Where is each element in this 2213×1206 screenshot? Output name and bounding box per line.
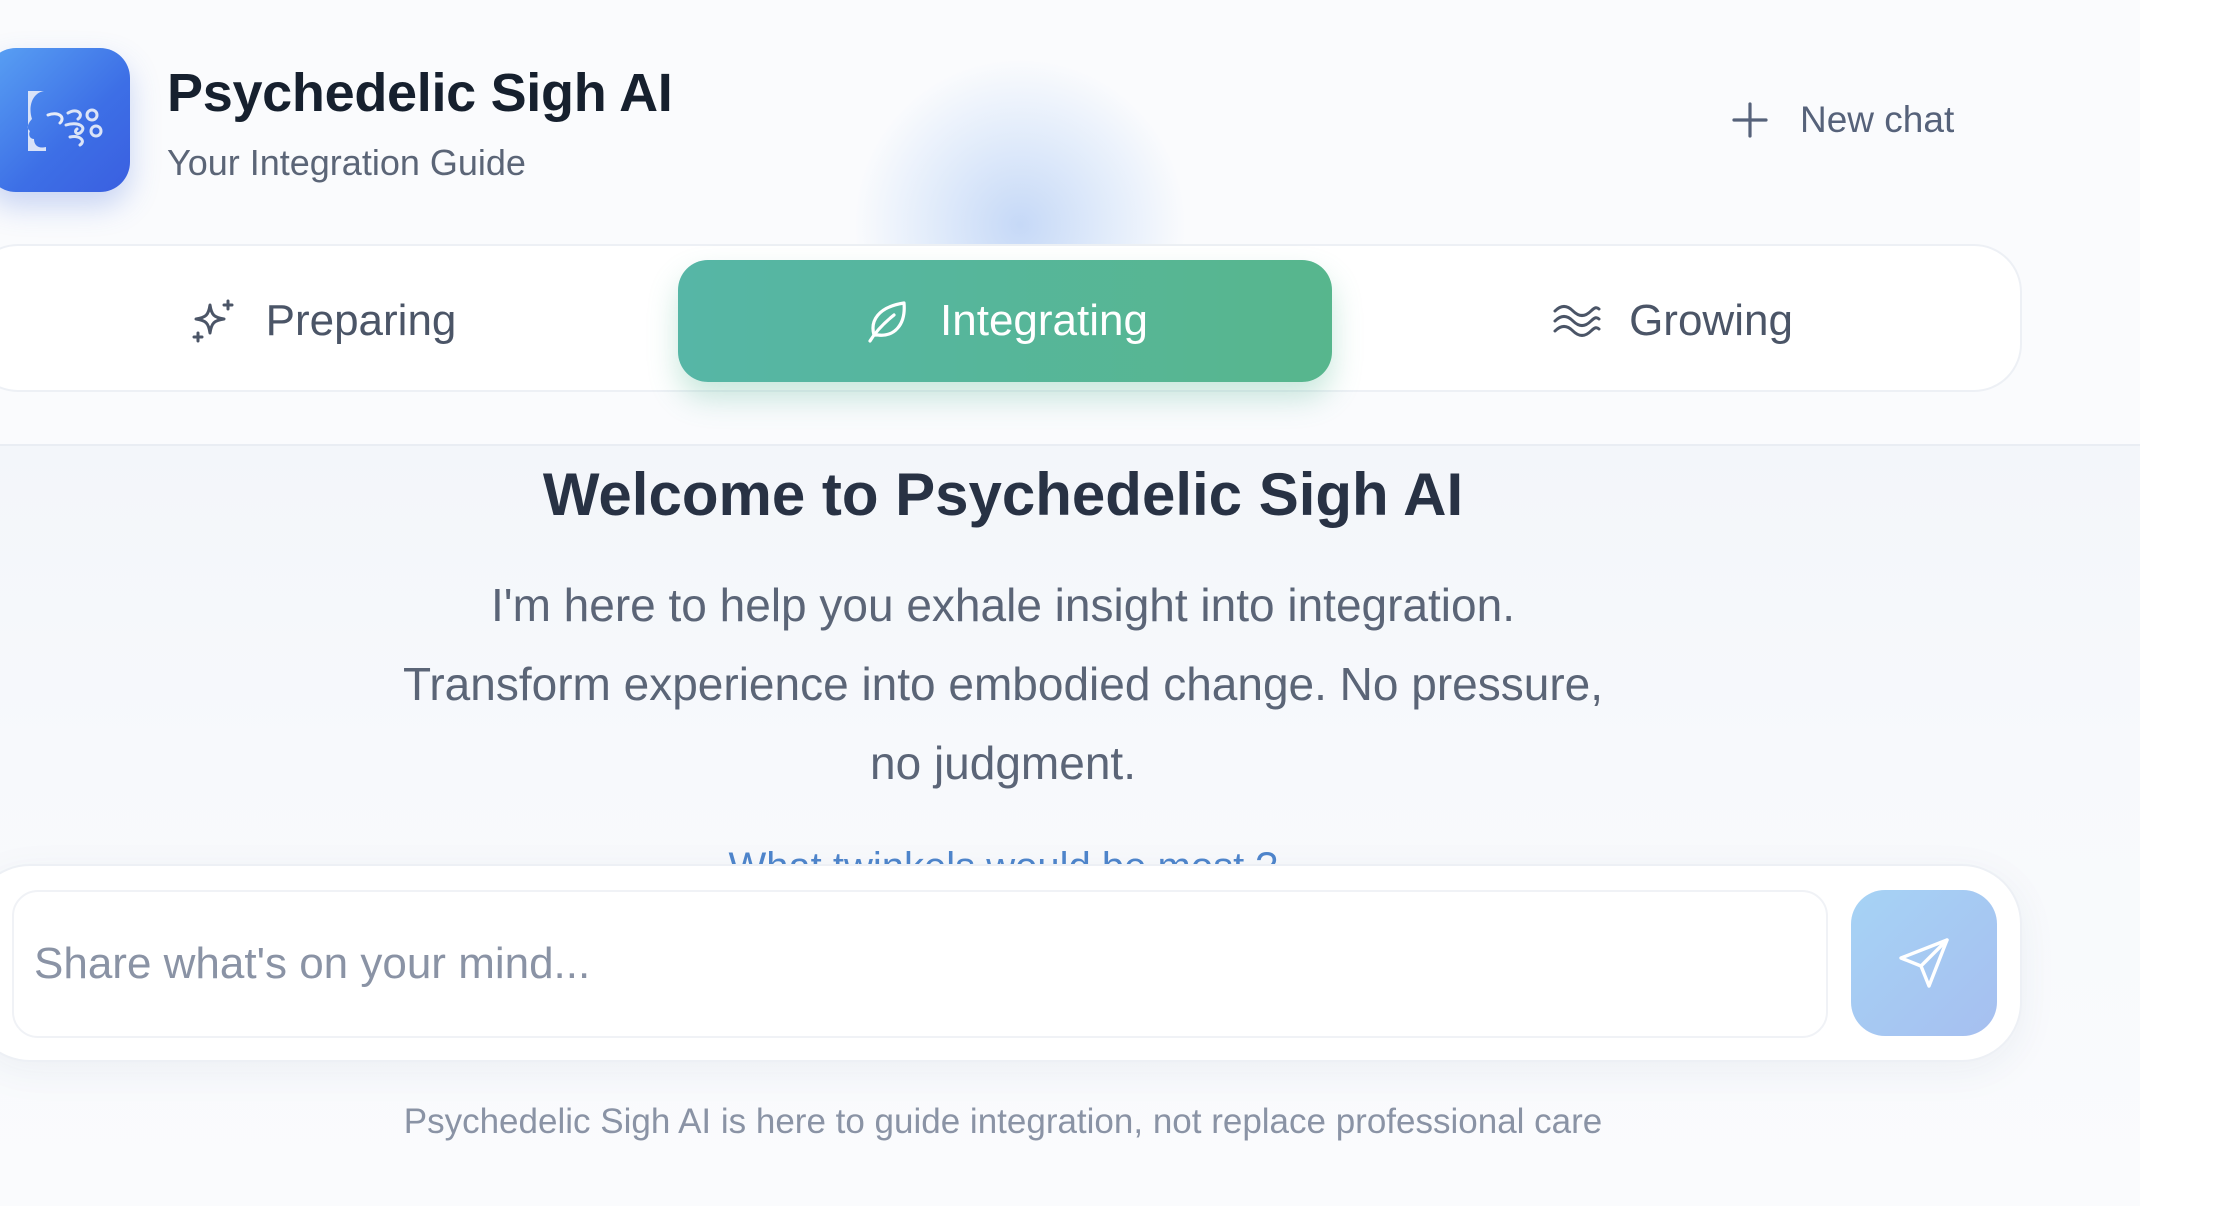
plus-icon <box>1732 102 1768 138</box>
chat-area <box>0 446 2140 1206</box>
tab-integrating-label: Integrating <box>940 296 1148 345</box>
starter-question-partial: What twinkels would be most ? <box>0 845 2006 865</box>
right-gutter <box>2140 0 2213 1206</box>
message-composer <box>0 864 2022 1062</box>
tab-growing[interactable]: Growing <box>1352 260 1992 382</box>
welcome-title: Welcome to Psychedelic Sigh AI <box>542 461 1464 528</box>
tab-integrating[interactable]: Integrating <box>678 260 1332 382</box>
leaf-icon <box>868 301 906 343</box>
tab-preparing-label: Preparing <box>265 296 457 345</box>
mode-tabs: Preparing Integrating Growing <box>0 244 2022 392</box>
face-exhale-icon <box>27 91 103 151</box>
app-title: Psychedelic Sigh AI <box>167 63 673 123</box>
welcome-line: I'm here to help you exhale insight into… <box>491 579 1515 631</box>
sparkle-icon <box>192 299 234 343</box>
send-icon <box>1899 938 1949 988</box>
waves-icon <box>1553 305 1601 337</box>
welcome-line: no judgment. <box>870 737 1136 789</box>
app-window: Psychedelic Sigh AI Your Integration Gui… <box>0 0 2140 1206</box>
send-button[interactable] <box>1851 890 1997 1036</box>
welcome-text: I'm here to help you exhale insight into… <box>283 566 1723 803</box>
app-logo <box>0 48 130 192</box>
tab-growing-label: Growing <box>1629 296 1793 345</box>
new-chat-button[interactable]: New chat <box>1730 92 1954 148</box>
new-chat-label: New chat <box>1800 99 1955 140</box>
message-input[interactable] <box>12 890 1828 1038</box>
tab-preparing[interactable]: Preparing <box>2 260 642 382</box>
welcome-line: Transform experience into embodied chang… <box>402 658 1604 710</box>
app-subtitle: Your Integration Guide <box>167 142 526 183</box>
disclaimer-text: Psychedelic Sigh AI is here to guide int… <box>403 1102 1603 1141</box>
